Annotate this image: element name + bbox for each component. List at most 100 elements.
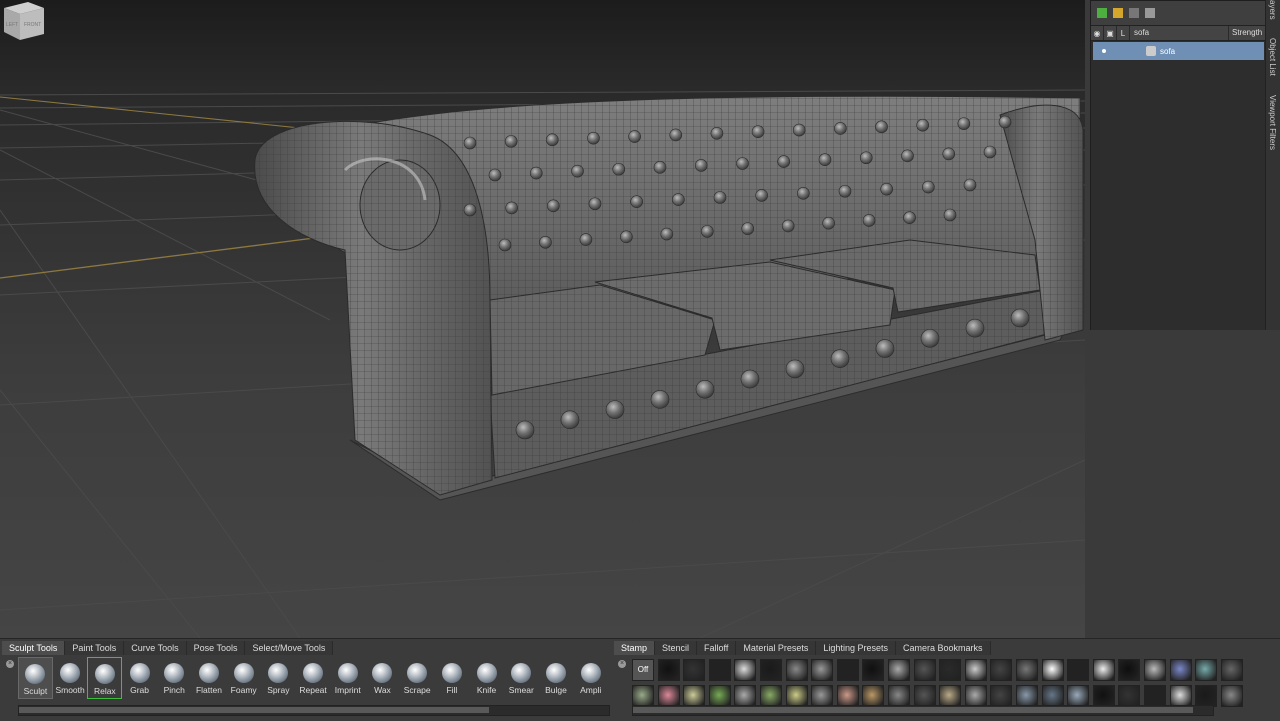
tool-sculpt[interactable]: Sculpt bbox=[18, 657, 53, 699]
tool-repeat[interactable]: Repeat bbox=[296, 657, 331, 699]
stamp-thumbnail[interactable] bbox=[990, 685, 1013, 707]
stamp-thumbnail[interactable] bbox=[1118, 659, 1141, 681]
view-cube[interactable]: LEFT FRONT bbox=[0, 0, 46, 42]
stamp-thumbnail[interactable] bbox=[913, 659, 936, 681]
tool-bulge[interactable]: Bulge bbox=[539, 657, 574, 699]
stamps-scrollbar[interactable] bbox=[632, 705, 1214, 716]
stamp-thumbnail[interactable] bbox=[1041, 659, 1064, 681]
tab-camera-bookmarks[interactable]: Camera Bookmarks bbox=[895, 641, 991, 655]
stamp-thumbnail[interactable] bbox=[1016, 659, 1038, 681]
stamp-thumbnail[interactable] bbox=[811, 685, 834, 707]
stamp-thumbnail[interactable] bbox=[990, 659, 1013, 681]
tool-ampli[interactable]: Ampli bbox=[573, 657, 608, 699]
stamp-thumbnail[interactable] bbox=[734, 685, 757, 707]
stamp-thumbnail[interactable] bbox=[708, 659, 731, 681]
stamp-thumbnail[interactable] bbox=[760, 685, 782, 707]
stamp-thumbnail[interactable] bbox=[1144, 685, 1166, 707]
stamp-thumbnail[interactable] bbox=[1195, 659, 1218, 681]
tool-foamy[interactable]: Foamy bbox=[226, 657, 261, 699]
layer-row[interactable]: sofa bbox=[1093, 42, 1264, 60]
knife-tool-icon bbox=[476, 663, 497, 683]
stamp-thumbnail[interactable] bbox=[913, 685, 936, 707]
tab-lighting-presets[interactable]: Lighting Presets bbox=[816, 641, 896, 655]
stamp-thumbnail[interactable] bbox=[785, 659, 808, 681]
stamp-thumbnail[interactable] bbox=[657, 685, 680, 707]
tools-scroll-thumb[interactable] bbox=[19, 707, 489, 713]
stamp-thumbnail[interactable] bbox=[862, 685, 885, 707]
tuft-button bbox=[862, 214, 876, 227]
stamp-thumbnail[interactable] bbox=[1067, 685, 1090, 707]
stamp-thumbnail[interactable] bbox=[836, 659, 859, 681]
stamp-thumbnail[interactable] bbox=[1169, 685, 1192, 707]
layer-visible-dot-icon[interactable] bbox=[1102, 49, 1106, 53]
tool-pinch[interactable]: Pinch bbox=[157, 657, 192, 699]
stamp-thumbnail[interactable] bbox=[939, 659, 962, 681]
tab-falloff[interactable]: Falloff bbox=[697, 641, 737, 655]
layers-toolbar bbox=[1091, 1, 1266, 25]
stamp-thumbnail[interactable] bbox=[862, 659, 885, 681]
tab-object-list[interactable]: Object List bbox=[1268, 38, 1277, 76]
tool-fill[interactable]: Fill bbox=[435, 657, 470, 699]
stamp-thumbnail[interactable] bbox=[836, 685, 859, 707]
stamp-thumbnail[interactable] bbox=[811, 659, 834, 681]
folder-icon[interactable] bbox=[1113, 8, 1123, 18]
stamp-thumbnail[interactable] bbox=[1118, 685, 1141, 707]
layer-options-icon[interactable] bbox=[1145, 8, 1155, 18]
stamp-thumbnail[interactable] bbox=[939, 685, 962, 707]
pinch-tool-icon bbox=[164, 663, 185, 683]
stamp-thumbnail[interactable] bbox=[657, 659, 680, 681]
stamp-thumbnail[interactable] bbox=[888, 659, 910, 681]
tool-wax[interactable]: Wax bbox=[365, 657, 400, 699]
tool-smear[interactable]: Smear bbox=[504, 657, 539, 699]
stamp-thumbnail[interactable] bbox=[1220, 685, 1243, 707]
tool-scrape[interactable]: Scrape bbox=[400, 657, 435, 699]
tool-grab[interactable]: Grab bbox=[122, 657, 157, 699]
visibility-icon[interactable]: ◉ bbox=[1091, 26, 1104, 40]
stamp-thumbnail[interactable] bbox=[888, 685, 910, 707]
stamp-thumbnail[interactable] bbox=[1195, 685, 1218, 707]
tool-flatten[interactable]: Flatten bbox=[192, 657, 227, 699]
stamp-thumbnail[interactable] bbox=[1041, 685, 1064, 707]
stamp-thumbnail[interactable] bbox=[964, 685, 987, 707]
tab-stamp[interactable]: Stamp bbox=[614, 641, 656, 655]
stamps-scroll-thumb[interactable] bbox=[633, 707, 1193, 713]
tab-select-move-tools[interactable]: Select/Move Tools bbox=[245, 641, 334, 655]
tool-smooth[interactable]: Smooth bbox=[53, 657, 88, 699]
stamp-thumbnail[interactable] bbox=[785, 685, 808, 707]
tool-relax[interactable]: Relax bbox=[87, 657, 123, 699]
tab-curve-tools[interactable]: Curve Tools bbox=[124, 641, 187, 655]
tool-knife[interactable]: Knife bbox=[469, 657, 504, 699]
stamp-thumbnail[interactable] bbox=[964, 659, 987, 681]
stamp-thumbnail[interactable] bbox=[1144, 659, 1166, 681]
tab-pose-tools[interactable]: Pose Tools bbox=[186, 641, 246, 655]
tab-viewport-filters[interactable]: Viewport Filters bbox=[1268, 95, 1277, 150]
stamp-thumbnail[interactable] bbox=[632, 685, 654, 707]
new-layer-icon[interactable] bbox=[1097, 8, 1107, 18]
stamp-thumbnail[interactable] bbox=[1220, 659, 1243, 681]
stamp-thumbnail[interactable] bbox=[1092, 685, 1115, 707]
tuft-button bbox=[628, 130, 641, 143]
close-tools-icon[interactable]: × bbox=[6, 660, 14, 668]
tab-stencil[interactable]: Stencil bbox=[655, 641, 698, 655]
tab-sculpt-tools[interactable]: Sculpt Tools bbox=[2, 641, 66, 655]
stamp-thumbnail[interactable] bbox=[1067, 659, 1090, 681]
stamp-thumbnail[interactable] bbox=[760, 659, 782, 681]
tab-layers[interactable]: ayers bbox=[1268, 0, 1277, 20]
stamp-thumbnail[interactable] bbox=[683, 685, 706, 707]
close-stamps-icon[interactable]: × bbox=[618, 660, 626, 668]
stamp-thumbnail[interactable] bbox=[683, 659, 706, 681]
tool-spray[interactable]: Spray bbox=[261, 657, 296, 699]
stamp-thumbnail[interactable] bbox=[708, 685, 731, 707]
stamp-thumbnail[interactable] bbox=[1169, 659, 1192, 681]
lock-icon[interactable]: ▣ bbox=[1104, 26, 1117, 40]
stamp-thumbnail[interactable] bbox=[1016, 685, 1038, 707]
tools-scrollbar[interactable] bbox=[18, 705, 610, 716]
tab-material-presets[interactable]: Material Presets bbox=[736, 641, 817, 655]
tab-paint-tools[interactable]: Paint Tools bbox=[65, 641, 125, 655]
trash-icon[interactable] bbox=[1129, 8, 1139, 18]
3d-viewport[interactable]: LEFT FRONT bbox=[0, 0, 1085, 638]
stamp-off-button[interactable]: Off bbox=[632, 659, 654, 681]
stamp-thumbnail[interactable] bbox=[734, 659, 757, 681]
tool-imprint[interactable]: Imprint bbox=[330, 657, 365, 699]
stamp-thumbnail[interactable] bbox=[1092, 659, 1115, 681]
